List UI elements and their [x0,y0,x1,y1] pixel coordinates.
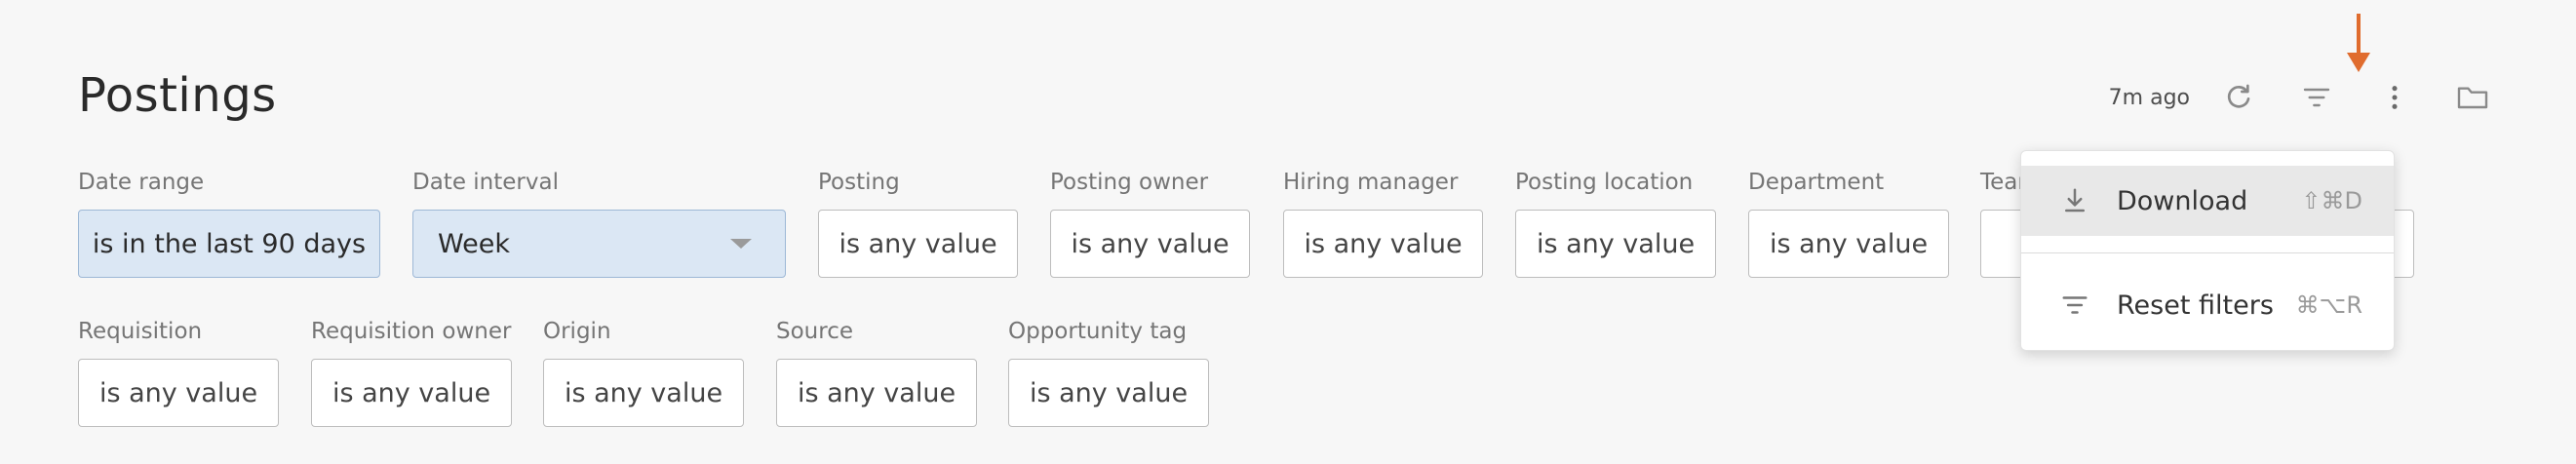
filter-label: Requisition [78,319,203,344]
menu-item-label: Download [2117,185,2248,216]
filter-department: Department is any value [1748,170,1949,278]
filter-date-range: Date range is in the last 90 days [78,170,380,278]
hiring-manager-input[interactable]: is any value [1283,210,1483,278]
requisition-owner-input[interactable]: is any value [311,359,512,427]
posting-owner-input[interactable]: is any value [1050,210,1250,278]
filter-posting-owner: Posting owner is any value [1050,170,1250,278]
filter-label: Hiring manager [1283,170,1459,195]
more-vertical-icon [2392,86,2398,109]
filter-lines-icon [2058,289,2091,322]
refresh-icon [2227,84,2250,108]
filter-label: Posting [818,170,900,195]
date-interval-select[interactable]: Week [412,210,786,278]
menu-item-download[interactable]: Download ⇧⌘D [2021,166,2394,236]
filter-origin: Origin is any value [543,319,744,427]
filter-hiring-manager: Hiring manager is any value [1283,170,1483,278]
filter-label: Posting location [1515,170,1694,195]
header-toolbar: 7m ago [2109,76,2494,119]
source-input[interactable]: is any value [776,359,977,427]
origin-input[interactable]: is any value [543,359,744,427]
folder-button[interactable] [2451,76,2494,119]
menu-divider [2021,252,2394,253]
date-interval-value: Week [438,228,510,259]
department-input[interactable]: is any value [1748,210,1949,278]
menu-item-label: Reset filters [2117,290,2274,321]
menu-item-reset-filters[interactable]: Reset filters ⌘⌥R [2021,270,2394,340]
filter-requisition-owner: Requisition owner is any value [311,319,512,427]
filter-label: Posting owner [1050,170,1209,195]
more-options-menu: Download ⇧⌘D Reset filters ⌘⌥R [2020,150,2395,351]
filter-label: Department [1748,170,1885,195]
chevron-down-icon [730,239,752,249]
requisition-input[interactable]: is any value [78,359,279,427]
filter-opportunity-tag: Opportunity tag is any value [1008,319,1209,427]
filter-date-interval: Date interval Week [412,170,786,278]
filter-button[interactable] [2295,76,2338,119]
filter-label: Source [776,319,853,344]
last-updated-text: 7m ago [2108,85,2190,110]
menu-item-shortcut: ⇧⌘D [2301,187,2362,214]
filter-label: Date range [78,170,205,195]
filter-label: Opportunity tag [1008,319,1188,344]
filter-posting-location: Posting location is any value [1515,170,1716,278]
filter-label: Requisition owner [311,319,512,344]
filter-label: Date interval [412,170,559,195]
arrow-down-icon [2347,14,2370,72]
filter-label: Origin [543,319,611,344]
filter-icon [2303,88,2330,107]
filter-source: Source is any value [776,319,977,427]
posting-location-input[interactable]: is any value [1515,210,1716,278]
more-options-button[interactable] [2373,76,2416,119]
posting-input[interactable]: is any value [818,210,1018,278]
filter-requisition: Requisition is any value [78,319,279,427]
opportunity-tag-input[interactable]: is any value [1008,359,1209,427]
page-title: Postings [78,68,277,123]
folder-icon [2457,87,2488,109]
filter-posting: Posting is any value [818,170,1018,278]
download-icon [2058,184,2091,217]
menu-item-shortcut: ⌘⌥R [2295,291,2362,319]
refresh-button[interactable] [2217,76,2260,119]
date-range-input[interactable]: is in the last 90 days [78,210,380,278]
